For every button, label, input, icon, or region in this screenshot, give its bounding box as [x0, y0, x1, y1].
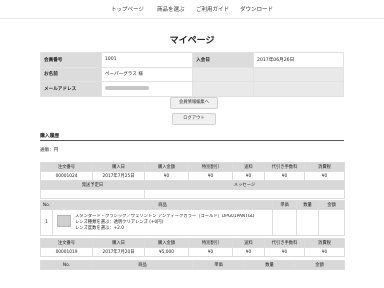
table-row: 00001019 2017年7月20日 ¥5,000 ¥0 ¥0 ¥0 ¥0 [40, 247, 345, 257]
col-purchase-date: 購入日 [92, 162, 145, 172]
table-row: 00001024 2017年7月25日 ¥0 ¥0 ¥0 ¥0 ¥0 [40, 171, 345, 181]
col-cod-fee: 代引き手数料 [264, 162, 305, 172]
col-item-no: No. [40, 200, 53, 210]
currency-filter: 通販：円 [40, 148, 59, 153]
col-discount: 特別割引 [188, 162, 233, 172]
col-message: メッセージ [144, 180, 345, 190]
name-label: お名前 [40, 66, 102, 82]
edit-account-button[interactable]: 会員情報編集へ [170, 97, 218, 109]
col-amount: 購入金額 [144, 162, 189, 172]
order-table-2: 注文番号 購入日 購入金額 特別割引 送料 代引き手数料 消費税 0000101… [40, 238, 345, 257]
col-item-price: 単価 [272, 200, 297, 210]
divider [40, 140, 344, 141]
email-label: メールアドレス [40, 81, 102, 97]
col-order-no: 注文番号 [40, 162, 93, 172]
nav-item-top[interactable]: トップページ [111, 5, 144, 13]
nav-item-guide[interactable]: ご利用ガイド [196, 5, 229, 13]
col-item-qty: 数量 [296, 200, 319, 210]
col-tax: 消費税 [304, 162, 345, 172]
product-cell: スタンダード・クラシック／ウェリントン アンティークカラー［ゴールド］DPG01… [52, 209, 273, 236]
col-shipping: 送料 [232, 162, 265, 172]
order-no[interactable]: 00001024 [40, 171, 93, 181]
page-title: マイページ [169, 36, 215, 46]
join-date-value: 2017年06月26日 [253, 52, 344, 68]
order-table-1: 注文番号 購入日 購入金額 特別割引 送料 代引き手数料 消費税 0000102… [40, 162, 345, 199]
product-option-power: レンズ度数を選ぶ：+2.0 [75, 225, 125, 231]
name-value: ペーパーグラス 様 [100, 66, 194, 82]
history-title: 購入履歴 [40, 134, 60, 139]
member-no-label: 会員番号 [40, 52, 102, 68]
top-nav: トップページ 商品を選ぶ ご利用ガイド ダウンロード [0, 0, 384, 19]
account-info-table: 会員番号 1001 入会日 2017年06月26日 お名前 ペーパーグラス 様 … [40, 52, 344, 97]
logout-button[interactable]: ログアウト [172, 113, 216, 125]
join-date-label: 入会日 [192, 52, 255, 68]
email-value [100, 81, 194, 97]
nav-item-products[interactable]: 商品を選ぶ [157, 5, 185, 13]
order-items-table-1: No. 商品 単価 数量 金額 1 スタンダード・クラシック／ウェリントン アン… [40, 200, 345, 236]
col-item-amount: 金額 [318, 200, 345, 210]
table-row: 1 スタンダード・クラシック／ウェリントン アンティークカラー［ゴールド］DPG… [40, 209, 345, 236]
col-item-product: 商品 [52, 200, 273, 210]
order-no[interactable]: 00001019 [40, 247, 93, 257]
redacted-email [104, 86, 149, 90]
product-thumbnail[interactable] [57, 215, 71, 227]
product-name[interactable]: スタンダード・クラシック／ウェリントン アンティークカラー［ゴールド］DPG01… [75, 214, 254, 220]
order-items-table-2: No. 商品 単価 数量 金額 [40, 260, 345, 270]
member-no-value: 1001 [100, 52, 194, 68]
col-ship-date: 発送予定日 [40, 180, 145, 190]
nav-item-download[interactable]: ダウンロード [240, 5, 273, 13]
